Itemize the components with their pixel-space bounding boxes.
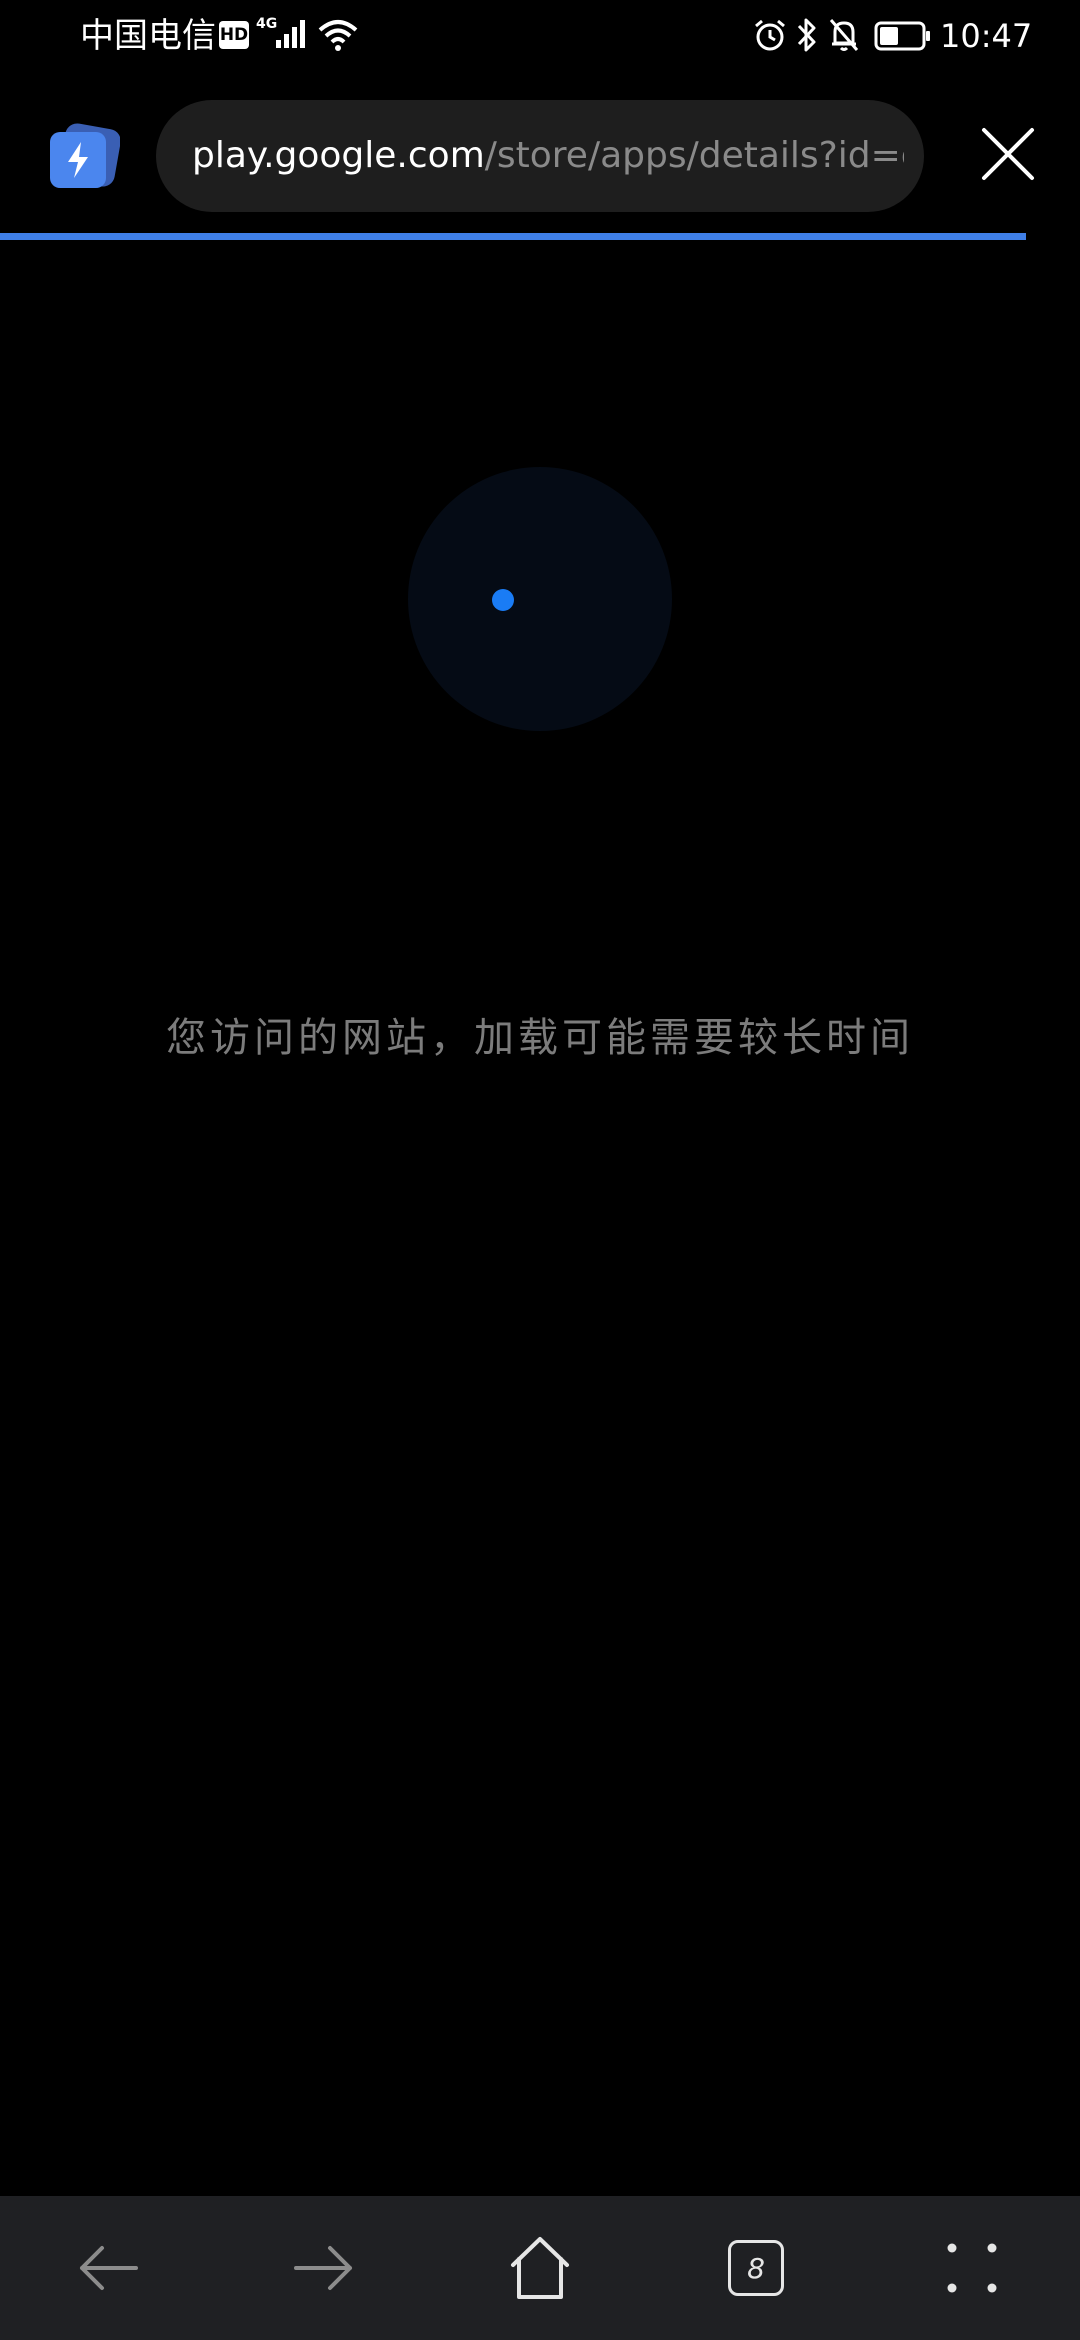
forward-arrow-icon: [294, 2246, 352, 2290]
url-domain: play.google.com: [192, 135, 485, 176]
url-bar[interactable]: play.google.com/store/apps/details?id=co…: [156, 100, 924, 212]
signal-icon: [276, 20, 305, 48]
page-load-progress: [0, 233, 1080, 240]
loading-dot: [492, 589, 514, 611]
hd-badge: HD: [219, 21, 249, 49]
url-path: /store/apps/details?id=com: [484, 135, 904, 176]
loading-message: 您访问的网站，加载可能需要较长时间: [166, 1015, 914, 1061]
battery-icon: [874, 21, 930, 51]
lightning-icon[interactable]: [48, 122, 120, 192]
close-icon[interactable]: [980, 126, 1036, 182]
alarm-icon: [755, 19, 785, 51]
menu-button[interactable]: [912, 2196, 1032, 2340]
url-text[interactable]: play.google.com/store/apps/details?id=co…: [192, 100, 904, 212]
menu-dots-icon: [947, 2243, 997, 2293]
back-arrow-icon: [80, 2246, 138, 2290]
tabs-button[interactable]: 8: [696, 2196, 816, 2340]
forward-button[interactable]: [264, 2196, 384, 2340]
status-clock: 10:47: [940, 17, 1033, 55]
home-icon: [511, 2237, 569, 2299]
carrier-name: 中国电信: [80, 16, 216, 56]
tabs-icon: 8: [728, 2240, 784, 2296]
browser-screen: 中国电信 HD 4G 10:47 play.google.com/store/a…: [0, 0, 1080, 2340]
back-button[interactable]: [48, 2196, 168, 2340]
bluetooth-icon: [797, 18, 816, 52]
loading-spinner: [408, 467, 672, 731]
page-load-progress-fill: [0, 233, 1026, 240]
wifi-icon: [318, 20, 358, 51]
mute-icon: [829, 19, 859, 51]
status-bar: 中国电信 HD 4G 10:47: [0, 0, 1080, 72]
home-button[interactable]: [480, 2196, 600, 2340]
bottom-nav: 8: [0, 2196, 1080, 2340]
tab-count: 8: [747, 2251, 765, 2285]
